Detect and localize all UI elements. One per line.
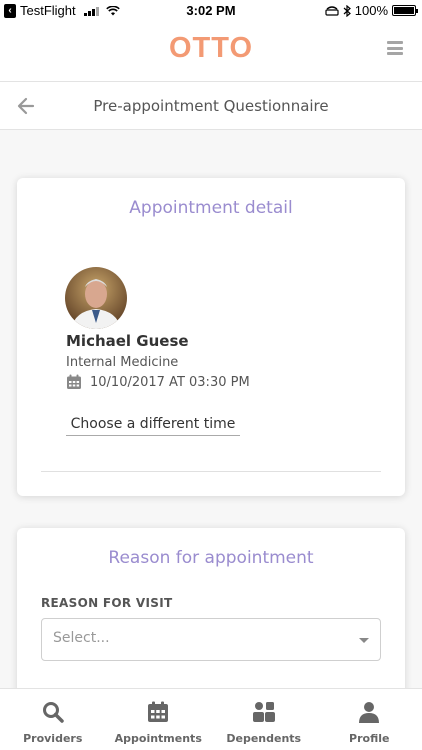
calendar-icon [148,701,169,722]
reason-select-placeholder: Select... [53,630,110,646]
tab-label: Dependents [226,732,302,745]
calendar-icon [67,374,81,389]
status-bar: ‹ TestFlight 3:02 PM 100% [0,0,422,22]
doctor-avatar [65,267,127,329]
tty-icon [325,5,339,16]
tab-providers[interactable]: Providers [0,689,106,750]
tab-label: Appointments [114,732,202,745]
app-header: OTTO [0,22,422,82]
appointment-detail-card: Appointment detail Michael Guese Interna… [17,178,405,496]
appointment-datetime: 10/10/2017 AT 03:30 PM [90,374,250,390]
card-divider [41,471,381,472]
sub-header: Pre-appointment Questionnaire [0,82,422,130]
status-right: 100% [325,3,418,18]
reason-select[interactable]: Select... [41,618,381,661]
page-title: Pre-appointment Questionnaire [93,97,329,115]
battery-icon [392,5,418,16]
reason-card: Reason for appointment REASON FOR VISIT … [17,528,405,708]
battery-percent: 100% [354,3,388,18]
reason-title: Reason for appointment [108,548,314,568]
appointment-detail-title: Appointment detail [129,198,293,218]
profile-icon [359,702,380,723]
tab-bar: Providers Appointments Dependents Profil… [0,688,422,750]
reason-for-visit-label: REASON FOR VISIT [41,596,173,610]
doctor-name: Michael Guese [66,332,189,350]
tab-profile[interactable]: Profile [317,689,422,750]
hamburger-menu-icon[interactable] [387,41,403,55]
search-icon [42,702,64,723]
tab-label: Profile [349,732,390,745]
tab-label: Providers [23,732,83,745]
doctor-specialty: Internal Medicine [66,355,179,370]
choose-different-time-link[interactable]: Choose a different time [66,416,240,436]
appointment-datetime-row: 10/10/2017 AT 03:30 PM [66,374,250,390]
caret-down-icon [359,638,369,643]
tab-appointments[interactable]: Appointments [106,689,212,750]
bluetooth-icon [343,4,351,17]
otto-logo: OTTO [168,32,254,64]
dependents-icon [252,702,275,722]
tab-dependents[interactable]: Dependents [211,689,317,750]
